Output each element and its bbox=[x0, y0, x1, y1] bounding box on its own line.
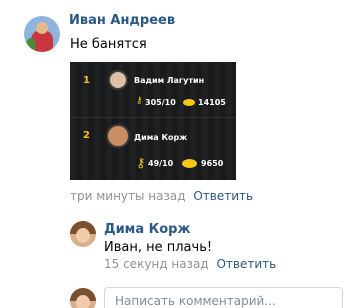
author-avatar[interactable] bbox=[24, 16, 60, 52]
leaderboard-name: Вадим Лагутин bbox=[134, 76, 205, 85]
leaderboard-divider bbox=[70, 117, 236, 118]
leaderboard-keys: 49/10 bbox=[148, 159, 174, 168]
comment-meta: три минуты назад Ответить bbox=[70, 189, 253, 203]
reply-link[interactable]: Ответить bbox=[193, 189, 253, 203]
reply-link[interactable]: Ответить bbox=[216, 257, 276, 271]
avatar-face bbox=[36, 22, 48, 34]
leaderboard-coins: 14105 bbox=[198, 98, 226, 107]
reply-author-name[interactable]: Дима Корж bbox=[104, 222, 190, 237]
avatar-face bbox=[76, 295, 90, 308]
current-user-avatar bbox=[70, 288, 96, 308]
comment-input[interactable]: Написать комментарий... bbox=[104, 287, 343, 308]
reply-timestamp[interactable]: 15 секунд назад bbox=[104, 257, 209, 271]
attached-leaderboard-image[interactable]: 1 Вадим Лагутин ⚷ 305/10 14105 2 Дима Ко… bbox=[70, 62, 236, 180]
coin-icon bbox=[183, 99, 195, 106]
comment-timestamp[interactable]: три минуты назад bbox=[70, 189, 186, 203]
comment-input-placeholder: Написать комментарий... bbox=[115, 294, 276, 308]
reply-author-avatar[interactable] bbox=[70, 221, 96, 247]
avatar-plant bbox=[26, 38, 36, 52]
leaderboard-rank: 2 bbox=[83, 130, 90, 141]
leaderboard-rank: 1 bbox=[83, 75, 90, 86]
coin-icon bbox=[182, 159, 197, 168]
reply-text: Иван, не плачь! bbox=[104, 240, 213, 255]
leaderboard-coins: 9650 bbox=[201, 159, 224, 168]
leaderboard-keys: 305/10 bbox=[145, 98, 176, 107]
key-icon: ⚷ bbox=[136, 156, 146, 171]
comment-author-name[interactable]: Иван Андреев bbox=[69, 13, 175, 28]
comment-text: Не банятся bbox=[70, 37, 147, 52]
leaderboard-avatar bbox=[106, 124, 130, 148]
leaderboard-name: Дима Корж bbox=[134, 133, 188, 142]
avatar-face bbox=[76, 228, 90, 243]
leaderboard-avatar bbox=[108, 70, 128, 90]
reply-meta: 15 секунд назад Ответить bbox=[104, 257, 276, 271]
key-icon: ⚷ bbox=[136, 96, 143, 106]
